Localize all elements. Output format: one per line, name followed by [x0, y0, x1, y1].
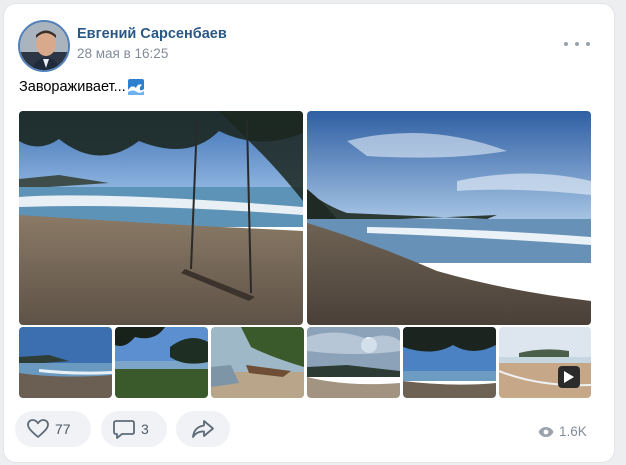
play-icon[interactable] — [558, 366, 580, 388]
views-counter: 1.6K — [538, 424, 587, 439]
thumbnail-4[interactable] — [307, 327, 400, 398]
post-date[interactable]: 28 мая в 16:25 — [77, 46, 168, 61]
more-icon[interactable] — [564, 36, 590, 52]
thumbnail-3[interactable] — [211, 327, 304, 398]
comment-icon — [113, 420, 135, 439]
thumbnail-5[interactable] — [403, 327, 496, 398]
share-button[interactable] — [176, 411, 230, 447]
avatar[interactable] — [18, 20, 70, 72]
views-count: 1.6K — [559, 424, 587, 439]
photo-2[interactable] — [307, 111, 591, 325]
thumbnail-6-video[interactable] — [499, 327, 591, 398]
post-text: Завораживает... — [19, 79, 144, 95]
post-card: Евгений Сарсенбаев 28 мая в 16:25 Завора… — [4, 4, 614, 462]
thumbnail-2[interactable] — [115, 327, 208, 398]
like-icon — [27, 419, 49, 438]
comment-count: 3 — [141, 421, 149, 437]
wave-emoji-icon — [127, 79, 144, 95]
thumbnail-1[interactable] — [19, 327, 112, 398]
author-name[interactable]: Евгений Сарсенбаев — [77, 26, 227, 42]
share-icon — [192, 420, 214, 438]
like-count: 77 — [55, 421, 71, 437]
post-text-content: Завораживает... — [19, 79, 126, 95]
photo-1[interactable] — [19, 111, 303, 325]
comment-button[interactable]: 3 — [101, 411, 167, 447]
like-button[interactable]: 77 — [15, 411, 91, 447]
views-icon — [538, 426, 554, 437]
